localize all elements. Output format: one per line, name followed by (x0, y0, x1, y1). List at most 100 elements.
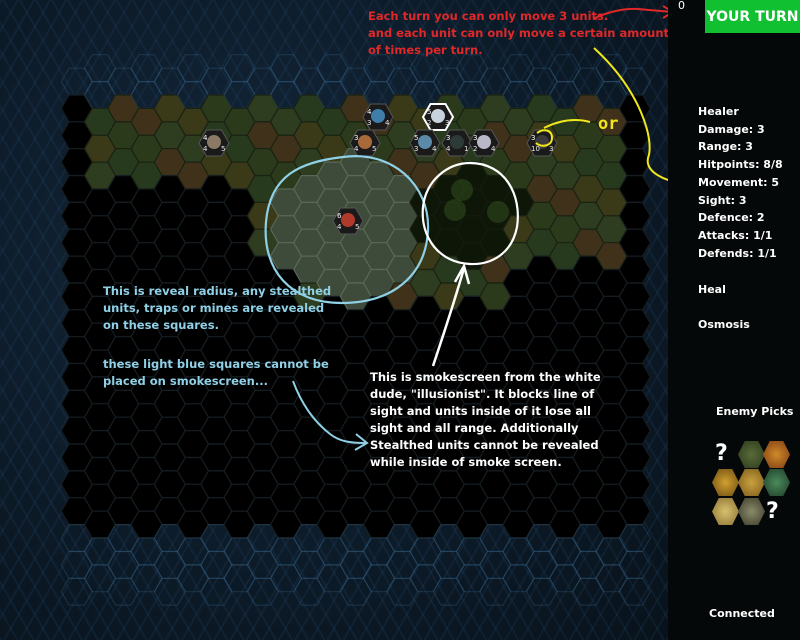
unknown-pick-icon: ? (766, 499, 779, 524)
hex-tile (200, 577, 233, 606)
your-turn-button[interactable]: YOUR TURN (705, 0, 800, 33)
stat-movement: Movement: 5 (698, 176, 780, 189)
hex-tile (269, 54, 303, 83)
hex-tile (525, 550, 558, 579)
hex-tile (525, 577, 558, 606)
hex-tile (176, 54, 210, 83)
unit-name: Healer (698, 105, 739, 118)
hex-tile (362, 537, 396, 566)
hex-tile (176, 564, 210, 593)
unit-stat-label: 3 (531, 134, 535, 142)
hex-tile (153, 550, 186, 579)
smoke-puff (487, 201, 509, 223)
smoke-puff (451, 179, 473, 201)
hex-tile (107, 67, 140, 96)
unit-stat-label: 4 (203, 145, 208, 153)
hex-tile (316, 537, 349, 566)
stat-sight: Sight: 3 (698, 194, 747, 207)
hex-tile (432, 550, 465, 579)
stat-attacks: Attacks: 1/1 (698, 229, 773, 242)
hex-tile (432, 577, 465, 606)
unit-stat-label: 4 (203, 134, 208, 142)
hex-tile (200, 550, 233, 579)
hex-tile (200, 67, 233, 96)
unit-portrait (431, 109, 445, 123)
hex-tile (409, 537, 442, 566)
hex-tile (595, 564, 628, 593)
hex-tile (618, 550, 651, 579)
unit-stat-label: 5 (372, 145, 376, 153)
hex-map[interactable]: 44 543 452 334 553 434 132 4310 364 5 (0, 0, 668, 640)
unit-stat-label: 3 (367, 119, 371, 127)
hex-tile (83, 564, 117, 593)
hex-tile (83, 537, 117, 566)
hex-tile (223, 54, 256, 83)
hex-tile (386, 577, 419, 606)
unit-portrait (341, 213, 355, 227)
hex-tile (246, 67, 279, 96)
enemy-picks-title: Enemy Picks (716, 405, 794, 418)
unit-stat-label: 4 (354, 145, 359, 153)
hex-tile (572, 550, 605, 579)
hex-tile (246, 550, 279, 579)
hex-tile (293, 577, 326, 606)
reveal-radius-annotation: This is reveal radius, any stealthed uni… (103, 284, 332, 332)
unit-stat-label: 4 (491, 145, 496, 153)
unit-stat-label: 4 (385, 119, 390, 127)
hex-tile (223, 537, 256, 566)
connection-status: Connected (709, 607, 775, 620)
unit-stat-label: 6 (337, 212, 342, 220)
unit-stat-label: 1 (464, 145, 468, 153)
hex-tile (525, 67, 558, 96)
unit-stat-label: 3 (354, 134, 358, 142)
hex-tile (107, 577, 140, 606)
stat-damage: Damage: 3 (698, 123, 765, 136)
hex-tile (269, 537, 303, 566)
stat-hitpoints: Hitpoints: 8/8 (698, 158, 783, 171)
unknown-pick-icon: ? (715, 441, 728, 466)
hex-tile (618, 577, 651, 606)
stat-defence: Defence: 2 (698, 211, 765, 224)
hex-tile (316, 564, 349, 593)
unit-portrait (207, 135, 221, 149)
hex-tile (455, 537, 489, 566)
hex-tile (386, 67, 419, 96)
hex-tile (316, 54, 349, 83)
hex-tile (432, 67, 465, 96)
light-blue-squares-annotation: these light blue squares cannot be place… (103, 357, 329, 388)
unit-stat-label: 3 (473, 134, 477, 142)
unit-stat-label: 3 (414, 145, 418, 153)
hex-tile (293, 550, 326, 579)
ability-osmosis[interactable]: Osmosis (698, 318, 750, 331)
unit-stat-label: 5 (414, 134, 418, 142)
hex-tile (362, 564, 396, 593)
unit-portrait (477, 135, 491, 149)
hex-tile (269, 564, 303, 593)
unit-token-white-illusionist[interactable]: 5 2 3 (421, 103, 455, 131)
unit-stat-label: 3 (549, 145, 553, 153)
hex-tile (153, 67, 186, 96)
hex-tile (572, 577, 605, 606)
hex-tile (153, 577, 186, 606)
unit-stat-label: 2 (427, 119, 431, 127)
ability-heal[interactable]: Heal (698, 283, 726, 296)
hex-tile (246, 577, 279, 606)
hex-tile (130, 54, 163, 83)
unit-stat-label: 4 (367, 108, 372, 116)
unit-stat-label: 3 (446, 134, 450, 142)
hex-tile (502, 537, 535, 566)
unit-stat-label: 4 (432, 145, 437, 153)
red-annotation-text: Each turn you can only move 3 units. and… (368, 9, 670, 57)
hex-tile (293, 67, 326, 96)
hex-tile (223, 564, 256, 593)
hex-tile (60, 577, 93, 606)
unit-portrait (371, 109, 385, 123)
hex-tile (595, 537, 628, 566)
hex-tile (572, 67, 605, 96)
hex-tile (479, 550, 512, 579)
hex-tile (60, 67, 93, 96)
stat-range: Range: 3 (698, 140, 753, 153)
unit-stat-label: 3 (445, 119, 449, 127)
turn-counter: 0 (678, 0, 685, 12)
hex-tile (107, 550, 140, 579)
